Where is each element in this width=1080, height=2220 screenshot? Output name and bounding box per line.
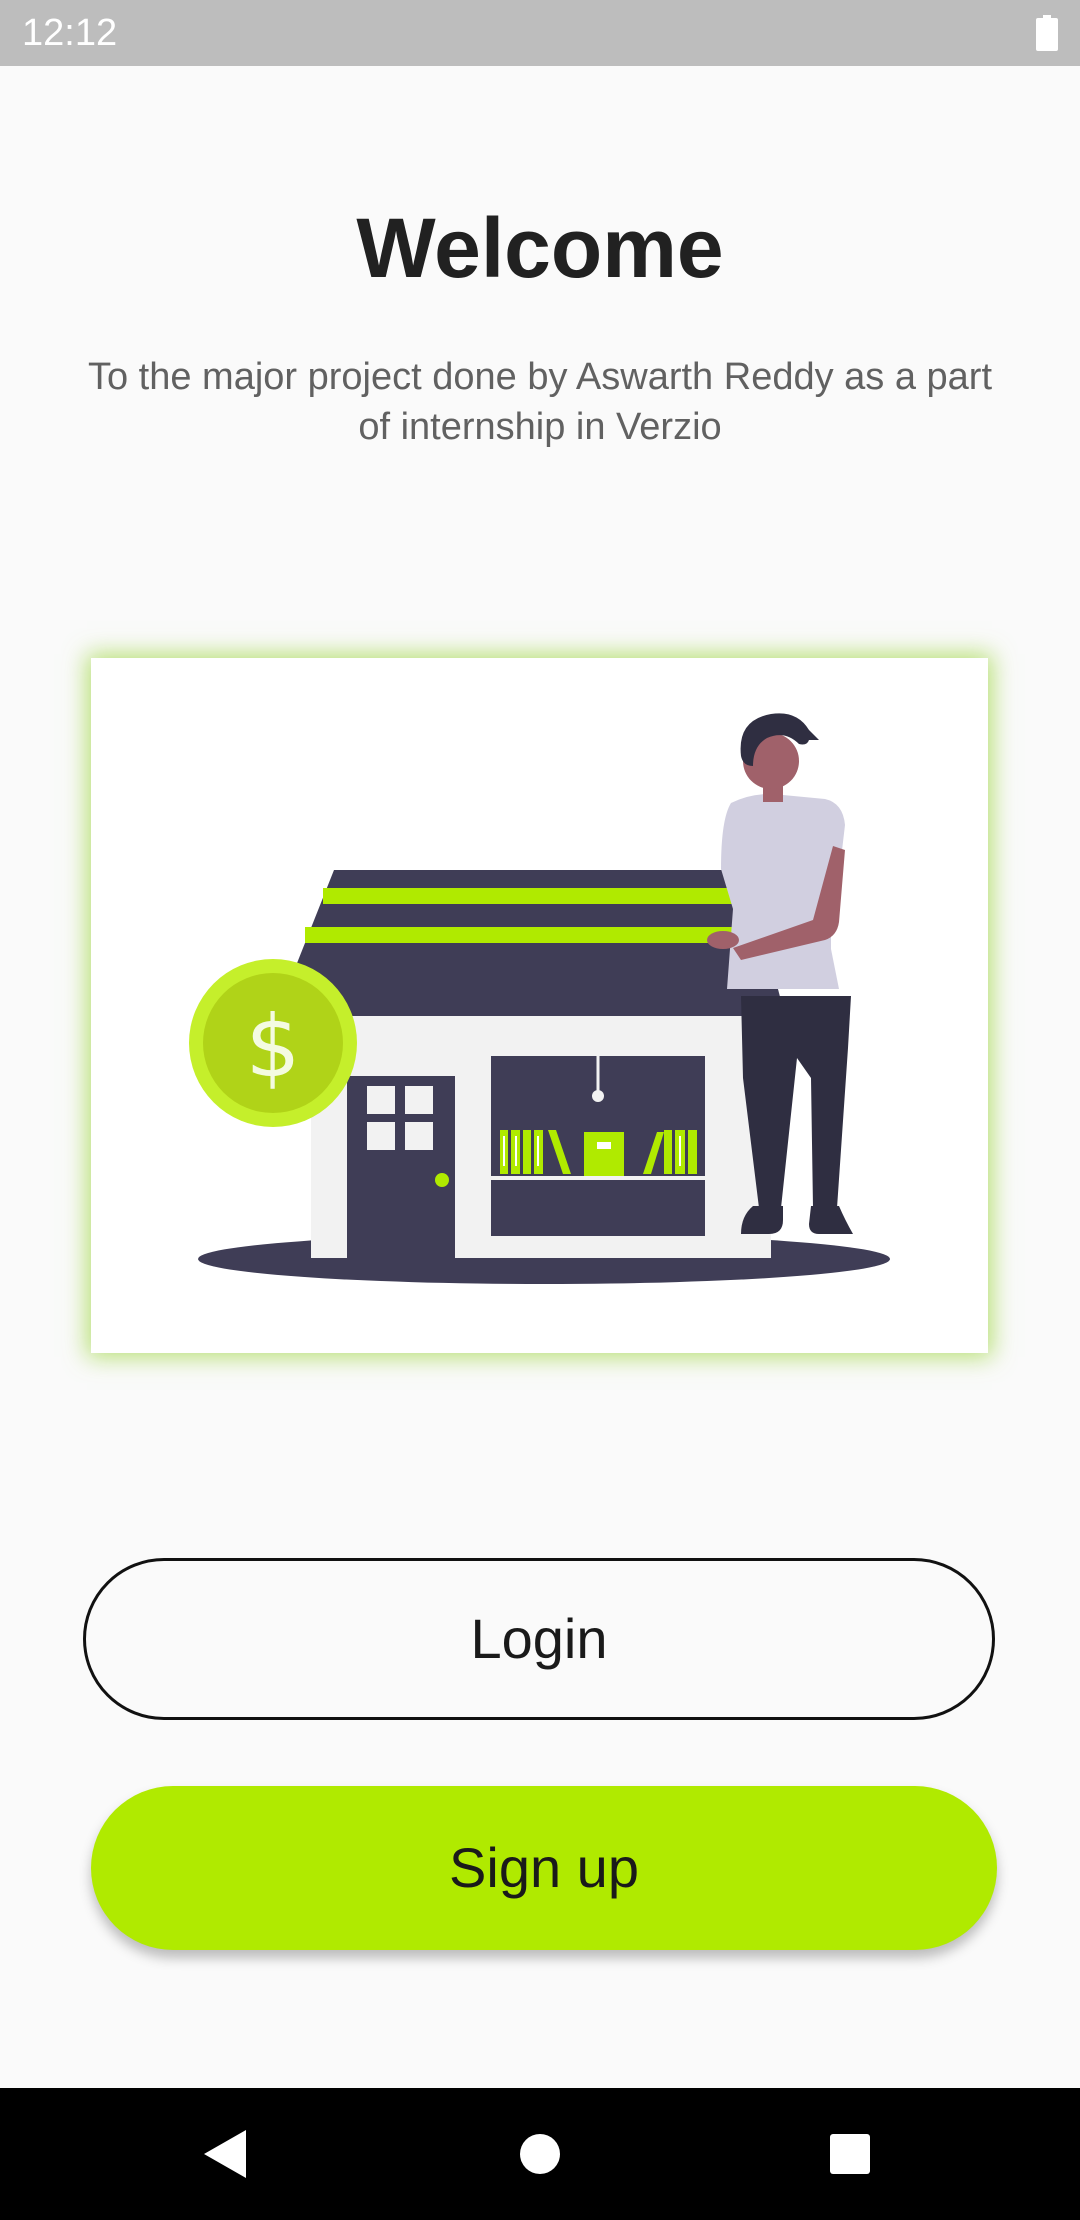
roof-stripe bbox=[305, 927, 765, 943]
navigation-bar bbox=[0, 2088, 1080, 2220]
roof-stripe bbox=[323, 888, 751, 904]
shop-shelf bbox=[491, 1176, 705, 1180]
house-door bbox=[347, 1076, 455, 1258]
door-knob bbox=[435, 1173, 449, 1187]
shop-illustration: $ bbox=[189, 713, 890, 1284]
login-button-label: Login bbox=[470, 1607, 608, 1670]
door-window bbox=[405, 1086, 433, 1114]
door-window bbox=[405, 1122, 433, 1150]
door-window bbox=[367, 1122, 395, 1150]
page-title: Welcome bbox=[356, 201, 724, 295]
recents-icon[interactable] bbox=[829, 2133, 871, 2175]
page-subtitle: To the major project done by Aswarth Red… bbox=[87, 356, 993, 448]
back-icon[interactable] bbox=[200, 2128, 250, 2180]
dollar-sign: $ bbox=[246, 997, 301, 1097]
signup-button-label: Sign up bbox=[449, 1836, 639, 1899]
login-button[interactable]: Login bbox=[83, 1558, 995, 1720]
books bbox=[500, 1130, 697, 1176]
status-time: 12:12 bbox=[22, 12, 118, 54]
illustration-card: $ bbox=[91, 658, 988, 1353]
door-window bbox=[367, 1086, 395, 1114]
signup-button[interactable]: Sign up bbox=[91, 1786, 997, 1950]
welcome-screen: 12:12 Welcome To the major project done … bbox=[0, 0, 1080, 2220]
status-bar: 12:12 bbox=[0, 0, 1080, 66]
home-icon[interactable] bbox=[519, 2133, 561, 2175]
lamp bbox=[592, 1090, 604, 1102]
battery-icon bbox=[1036, 15, 1058, 51]
